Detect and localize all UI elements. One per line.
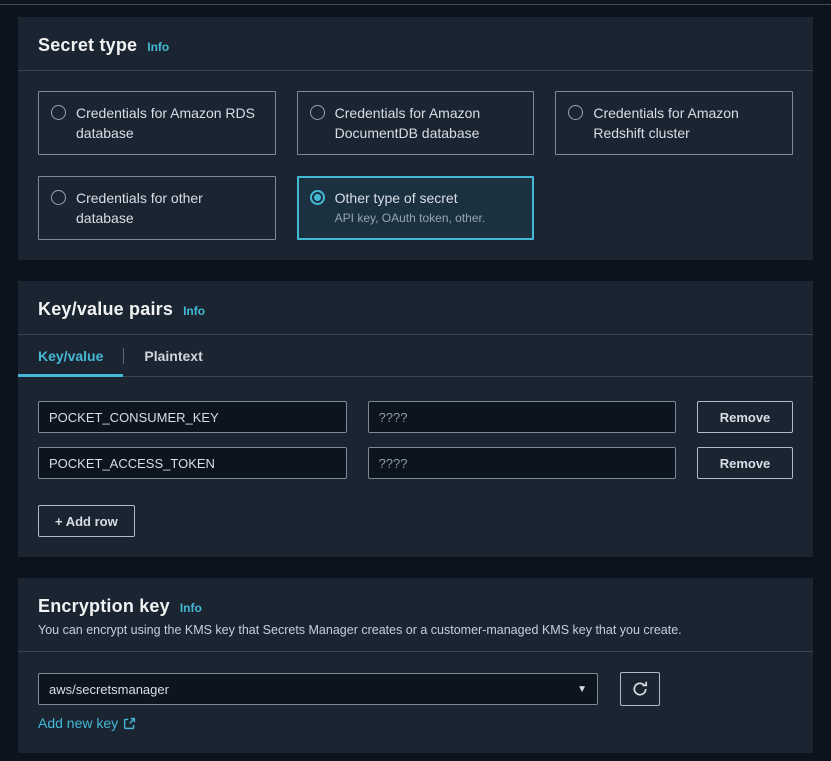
radio-selected-icon (310, 190, 325, 205)
encryption-key-title: Encryption key (38, 596, 170, 617)
key-value-row: Remove (38, 401, 793, 433)
chevron-down-icon: ▼ (577, 684, 587, 695)
key-value-tabs: Key/value Plaintext (18, 335, 813, 377)
key-value-pairs-info-link[interactable]: Info (183, 304, 205, 318)
add-row-button[interactable]: + Add row (38, 505, 135, 537)
secret-type-options: Credentials for Amazon RDS database Cred… (38, 91, 793, 240)
refresh-button[interactable] (620, 672, 660, 706)
encryption-key-description: You can encrypt using the KMS key that S… (38, 623, 793, 637)
radio-icon (310, 105, 325, 120)
option-description: API key, OAuth token, other. (335, 210, 486, 226)
option-rds-database[interactable]: Credentials for Amazon RDS database (38, 91, 276, 155)
kms-key-selected-value: aws/secretsmanager (49, 682, 169, 697)
refresh-icon (632, 681, 648, 697)
value-input[interactable] (368, 401, 677, 433)
option-other-database[interactable]: Credentials for other database (38, 176, 276, 240)
encryption-key-section: Encryption key Info You can encrypt usin… (18, 578, 813, 753)
encryption-key-info-link[interactable]: Info (180, 601, 202, 615)
key-value-pairs-title: Key/value pairs (38, 299, 173, 320)
key-input[interactable] (38, 447, 347, 479)
tab-key-value[interactable]: Key/value (18, 335, 123, 376)
radio-icon (51, 105, 66, 120)
remove-row-button[interactable]: Remove (697, 401, 793, 433)
option-documentdb-database[interactable]: Credentials for Amazon DocumentDB databa… (297, 91, 535, 155)
option-redshift-cluster[interactable]: Credentials for Amazon Redshift cluster (555, 91, 793, 155)
secret-type-title: Secret type (38, 35, 137, 56)
secret-type-info-link[interactable]: Info (147, 40, 169, 54)
page: Secret type Info Credentials for Amazon … (0, 5, 831, 753)
remove-row-button[interactable]: Remove (697, 447, 793, 479)
option-other-type-of-secret[interactable]: Other type of secret API key, OAuth toke… (297, 176, 535, 240)
radio-icon (51, 190, 66, 205)
radio-icon (568, 105, 583, 120)
secret-type-section: Secret type Info Credentials for Amazon … (18, 17, 813, 260)
kms-key-select[interactable]: aws/secretsmanager ▼ (38, 673, 598, 705)
key-value-pairs-section: Key/value pairs Info Key/value Plaintext… (18, 281, 813, 557)
key-input[interactable] (38, 401, 347, 433)
value-input[interactable] (368, 447, 677, 479)
key-value-row: Remove (38, 447, 793, 479)
tab-plaintext[interactable]: Plaintext (124, 335, 222, 376)
add-new-key-link[interactable]: Add new key (38, 715, 136, 731)
external-link-icon (123, 717, 136, 730)
